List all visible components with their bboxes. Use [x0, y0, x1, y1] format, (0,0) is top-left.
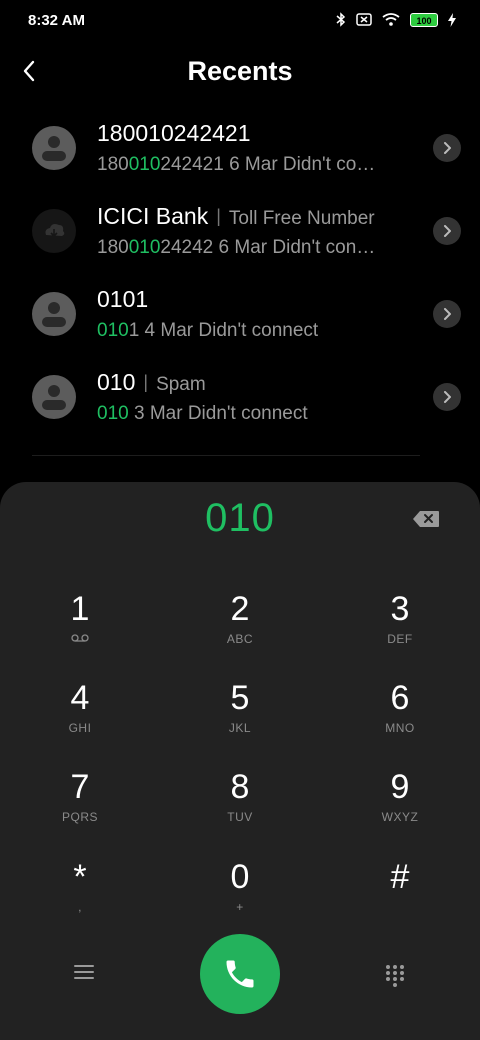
call-detail: 18001024242 6 Mar Didn't con… — [97, 237, 376, 258]
list-item[interactable]: 180010242421 180010242421 6 Mar Didn't c… — [0, 106, 480, 189]
key-0[interactable]: 0 + — [185, 858, 295, 930]
details-button[interactable] — [433, 383, 461, 411]
list-item[interactable]: 0101 0101 4 Mar Didn't connect — [0, 272, 480, 355]
dialpad: 010 1 2 ABC 3 DEF 4 GHI 5 JKL 6 MNO 7 PQ… — [0, 482, 480, 1040]
person-icon — [32, 126, 76, 170]
contact-name: 010 | Spam — [97, 369, 206, 395]
key-3[interactable]: 3 DEF — [345, 590, 455, 662]
key-1[interactable]: 1 — [25, 590, 135, 662]
chevron-right-icon — [444, 308, 451, 320]
bluetooth-icon — [336, 12, 346, 27]
call-detail: 010 3 Mar Didn't connect — [97, 403, 308, 424]
menu-button[interactable] — [74, 964, 94, 985]
dialpad-grid-icon — [386, 965, 404, 987]
status-time: 8:32 AM — [28, 12, 85, 29]
details-button[interactable] — [433, 134, 461, 162]
call-button[interactable] — [200, 934, 280, 1014]
contact-name: 0101 — [97, 286, 149, 312]
list-item[interactable]: 010 | Spam 010 3 Mar Didn't connect — [0, 355, 480, 438]
status-icons: 100 — [336, 12, 456, 27]
voicemail-icon — [71, 634, 89, 642]
dialed-number[interactable]: 010 — [0, 496, 480, 541]
contact-name: ICICI Bank | Toll Free Number — [97, 203, 375, 229]
key-5[interactable]: 5 JKL — [185, 679, 295, 751]
key-4[interactable]: 4 GHI — [25, 679, 135, 751]
key-star[interactable]: * , — [25, 858, 135, 930]
key-7[interactable]: 7 PQRS — [25, 768, 135, 840]
header: Recents — [0, 44, 480, 100]
key-6[interactable]: 6 MNO — [345, 679, 455, 751]
person-icon — [32, 375, 76, 419]
chevron-right-icon — [444, 391, 451, 403]
phone-icon — [226, 960, 254, 988]
cloud-icon — [32, 209, 76, 253]
key-hash[interactable]: # — [345, 858, 455, 930]
backspace-button[interactable] — [412, 510, 440, 533]
chevron-right-icon — [444, 225, 451, 237]
call-detail: 0101 4 Mar Didn't connect — [97, 320, 319, 341]
battery-icon: 100 — [410, 12, 438, 27]
details-button[interactable] — [433, 217, 461, 245]
divider — [32, 455, 420, 456]
no-sim-icon — [356, 13, 372, 26]
wifi-icon — [382, 13, 400, 26]
list-item[interactable]: ICICI Bank | Toll Free Number 18001024242 … — [0, 189, 480, 272]
page-title: Recents — [187, 56, 293, 86]
person-icon — [32, 292, 76, 336]
chevron-right-icon — [444, 142, 451, 154]
key-9[interactable]: 9 WXYZ — [345, 768, 455, 840]
key-2[interactable]: 2 ABC — [185, 590, 295, 662]
backspace-icon — [413, 511, 439, 527]
key-8[interactable]: 8 TUV — [185, 768, 295, 840]
dialpad-actions — [0, 934, 480, 1014]
details-button[interactable] — [433, 300, 461, 328]
charging-icon — [448, 12, 456, 27]
menu-icon — [74, 965, 94, 979]
contact-name: 180010242421 — [97, 120, 251, 146]
call-detail: 180010242421 6 Mar Didn't co… — [97, 154, 376, 175]
status-bar: 8:32 AM 100 — [0, 0, 480, 44]
dialpad-toggle-button[interactable] — [385, 964, 405, 993]
